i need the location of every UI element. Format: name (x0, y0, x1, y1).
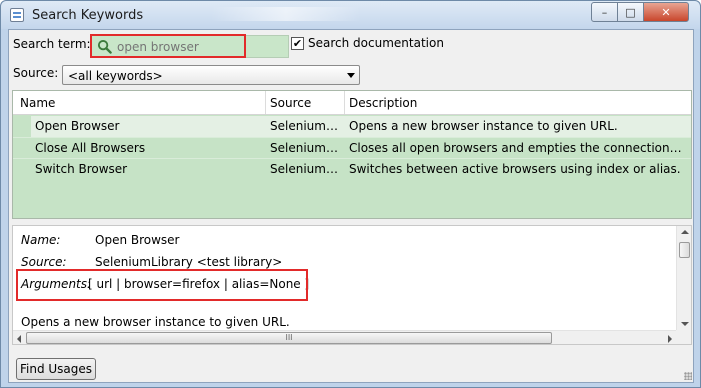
background-ghost (211, 7, 361, 21)
search-documentation-checkbox[interactable]: ✔ (291, 37, 304, 50)
search-highlight-annotation (90, 34, 246, 58)
search-term-label: Search term: (13, 37, 91, 51)
resize-grip-icon[interactable] (684, 372, 692, 380)
find-usages-button[interactable]: Find Usages (16, 358, 96, 380)
title-bar[interactable]: Search Keywords – □ ✕ (1, 1, 700, 29)
row-description: Closes all open browsers and empties the… (349, 141, 684, 155)
vertical-scroll-thumb[interactable] (679, 242, 690, 258)
row-description: Opens a new browser instance to given UR… (349, 119, 618, 133)
table-row[interactable]: Switch Browser SeleniumL... Switches bet… (13, 158, 691, 179)
scroll-down-icon[interactable] (681, 322, 689, 326)
column-header-name[interactable]: Name (20, 96, 55, 110)
app-icon (10, 8, 24, 22)
search-documentation-label: Search documentation (308, 36, 444, 50)
chevron-down-icon (347, 73, 355, 78)
row-source: SeleniumL... (270, 119, 342, 133)
row-source: SeleniumL... (270, 162, 342, 176)
row-name: Switch Browser (35, 162, 128, 176)
scroll-right-icon[interactable] (668, 335, 672, 343)
horizontal-scroll-thumb[interactable]: III (26, 332, 552, 344)
row-source: SeleniumL... (270, 141, 342, 155)
keyword-table: Name Source Description Open Browser Sel… (12, 90, 692, 219)
details-name-key: Name: (21, 233, 61, 247)
keyword-details-pane[interactable]: Name: Open Browser Source: SeleniumLibra… (12, 225, 692, 345)
row-gutter (13, 116, 31, 137)
row-name: Close All Browsers (35, 141, 146, 155)
details-source-value: SeleniumLibrary <test library> (95, 255, 283, 269)
details-doc-text: Opens a new browser instance to given UR… (21, 315, 290, 329)
maximize-button[interactable]: □ (617, 2, 644, 22)
dialog-body: Search term: ✔ Search documentation Sour… (8, 29, 694, 383)
column-divider[interactable] (265, 91, 266, 114)
row-name: Open Browser (35, 119, 120, 133)
source-selected-value: <all keywords> (68, 69, 163, 83)
minimize-button[interactable]: – (591, 2, 618, 22)
horizontal-scrollbar[interactable]: III (13, 330, 676, 344)
scroll-left-icon[interactable] (17, 335, 21, 343)
arguments-highlight-annotation (16, 269, 308, 301)
vertical-scrollbar[interactable] (676, 226, 691, 330)
search-keywords-window: Search Keywords – □ ✕ Search term: ✔ Sea… (0, 0, 701, 388)
close-button[interactable]: ✕ (643, 2, 689, 22)
table-row[interactable]: Close All Browsers SeleniumL... Closes a… (13, 137, 691, 158)
source-dropdown[interactable]: <all keywords> (62, 65, 360, 85)
column-header-description[interactable]: Description (349, 96, 417, 110)
table-row[interactable]: Open Browser SeleniumL... Opens a new br… (13, 116, 691, 137)
window-title: Search Keywords (32, 8, 144, 23)
source-label: Source: (13, 66, 59, 80)
scrollbar-corner (676, 330, 691, 344)
details-source-key: Source: (21, 255, 67, 269)
scroll-up-icon[interactable] (681, 230, 689, 234)
column-divider[interactable] (344, 91, 345, 114)
details-name-value: Open Browser (95, 233, 180, 247)
table-header: Name Source Description (13, 91, 691, 115)
row-description: Switches between active browsers using i… (349, 162, 681, 176)
column-header-source[interactable]: Source (270, 96, 311, 110)
